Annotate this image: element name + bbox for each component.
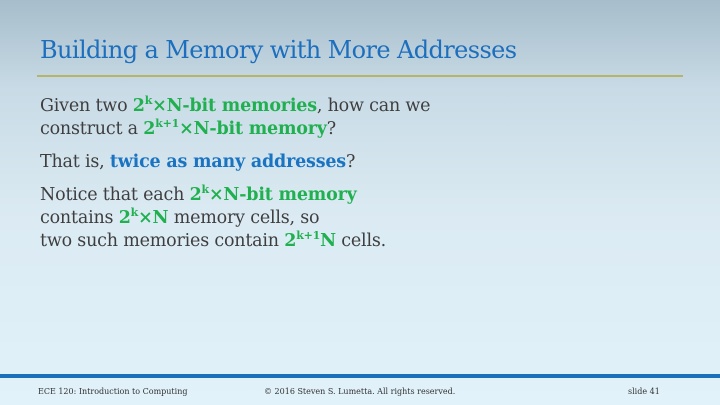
paragraph-2: That is, twice as many addresses?	[40, 151, 680, 174]
footer-slide-number: slide 41	[628, 387, 660, 396]
p3-text-b: contains	[40, 208, 119, 228]
p3-term-1-exponent: k	[201, 183, 210, 196]
p3-term-2-rest: ×N	[138, 208, 169, 228]
p3-term-3-exponent: k+1	[296, 229, 321, 242]
p3-term-2-exponent: k	[130, 206, 139, 219]
p1-term-1: 2k×N-bit memories	[132, 95, 317, 116]
p3-term-3-rest: N	[320, 231, 336, 251]
p1-text-c: construct a	[40, 119, 144, 139]
p2-text-a: That is,	[40, 152, 110, 172]
p3-text-a: Notice that each	[40, 185, 190, 205]
p3-term-1-base: 2	[189, 185, 202, 205]
footer-bar	[0, 374, 720, 378]
p3-term-3: 2k+1N	[284, 229, 336, 251]
p1-text-b: , how can we	[316, 96, 431, 116]
slide-title: Building a Memory with More Addresses	[40, 36, 517, 64]
p1-text-d: ?	[326, 119, 336, 139]
p1-term-1-base: 2	[132, 96, 145, 116]
footer-copyright: © 2016 Steven S. Lumetta. All rights res…	[264, 387, 456, 396]
p3-text-d: two such memories contain	[40, 231, 285, 251]
footer-course: ECE 120: Introduction to Computing	[38, 387, 188, 396]
p1-term-1-rest: ×N-bit memories	[152, 96, 317, 116]
p3-text-c: memory cells, so	[168, 208, 320, 228]
paragraph-3: Notice that each 2k×N-bit memory contain…	[40, 184, 680, 253]
p1-text-a: Given two	[40, 96, 133, 116]
p3-text-e: cells.	[335, 231, 386, 251]
p2-text-b: ?	[345, 152, 356, 172]
p3-term-2: 2k×N	[118, 206, 169, 228]
p3-term-1: 2k×N-bit memory	[189, 183, 357, 205]
p1-term-2: 2k+1×N-bit memory	[143, 117, 327, 139]
p1-term-2-exponent: k+1	[155, 117, 180, 130]
p1-term-2-rest: ×N-bit memory	[179, 119, 327, 139]
p2-emphasis: twice as many addresses	[109, 152, 346, 172]
p3-term-2-base: 2	[118, 208, 131, 228]
title-underline	[37, 75, 683, 77]
slide-body: Given two 2k×N-bit memories, how can we …	[40, 95, 680, 263]
paragraph-1: Given two 2k×N-bit memories, how can we …	[40, 95, 680, 141]
p3-term-1-rest: ×N-bit memory	[208, 185, 357, 205]
p3-term-3-base: 2	[284, 231, 297, 251]
p1-term-2-base: 2	[143, 119, 156, 139]
